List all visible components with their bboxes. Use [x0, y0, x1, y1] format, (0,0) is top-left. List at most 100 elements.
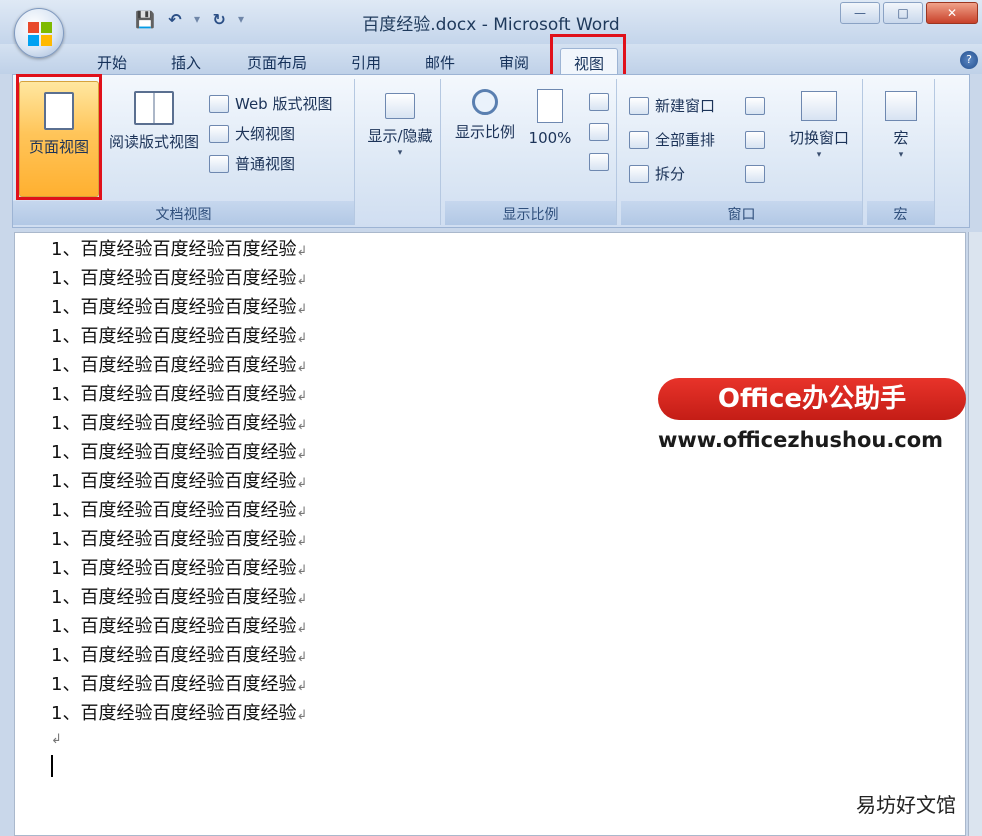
vertical-scrollbar[interactable] — [968, 232, 982, 836]
paragraph-mark: ↲ — [296, 331, 308, 346]
chevron-down-icon: ▾ — [898, 150, 904, 160]
paragraph-mark: ↲ — [296, 563, 308, 578]
document-line: 1、百度经验百度经验百度经验↲ — [51, 384, 308, 405]
document-line: 1、百度经验百度经验百度经验↲ — [51, 326, 308, 347]
paragraph-mark: ↲ — [296, 679, 308, 694]
group-document-views: 页面视图 阅读版式视图 Web 版式视图 大纲视图 普通视图 文档视图 — [13, 79, 355, 225]
tab-mailings[interactable]: 邮件 — [414, 48, 466, 74]
tab-view[interactable]: 视图 — [560, 48, 618, 74]
tab-review[interactable]: 审阅 — [488, 48, 540, 74]
paragraph-mark: ↲ — [296, 592, 308, 607]
draft-view-icon — [209, 154, 229, 173]
group-macros: 宏 ▾ 宏 — [867, 79, 935, 225]
macros-button[interactable]: 宏 ▾ — [871, 91, 931, 160]
group-show-hide: 显示/隐藏 ▾ — [359, 79, 441, 225]
switch-windows-button[interactable]: 切换窗口 ▾ — [779, 91, 859, 160]
show-hide-icon — [385, 93, 415, 119]
group-label-zoom: 显示比例 — [445, 201, 616, 225]
one-page-icon[interactable] — [589, 93, 609, 111]
window-title: 百度经验.docx - Microsoft Word — [362, 15, 620, 35]
document-line: 1、百度经验百度经验百度经验↲ — [51, 239, 308, 260]
document-line: 1、百度经验百度经验百度经验↲ — [51, 558, 308, 579]
office-assistant-badge: Office办公助手 — [658, 378, 966, 420]
tab-home[interactable]: 开始 — [84, 48, 140, 74]
help-icon[interactable]: ? — [960, 51, 978, 69]
zoom-100-button[interactable]: 100% — [525, 89, 575, 147]
document-line: 1、百度经验百度经验百度经验↲ — [51, 413, 308, 434]
watermark-site: www.officezhushou.com — [658, 428, 944, 452]
paragraph-mark: ↲ — [296, 476, 308, 491]
paragraph-mark: ↲ — [296, 708, 308, 723]
paragraph-mark: ↲ — [296, 273, 308, 288]
zoom-button[interactable]: 显示比例 — [449, 89, 521, 142]
group-label-document-views: 文档视图 — [13, 201, 354, 225]
document-line: 1、百度经验百度经验百度经验↲ — [51, 471, 308, 492]
paragraph-mark: ↲ — [296, 650, 308, 665]
group-label-macros: 宏 — [867, 201, 934, 225]
web-view-button[interactable]: Web 版式视图 — [209, 93, 332, 114]
reading-view-button[interactable]: 阅读版式视图 — [101, 91, 207, 152]
office-logo-icon — [28, 22, 52, 46]
new-window-icon — [629, 96, 649, 115]
draft-view-button[interactable]: 普通视图 — [209, 153, 295, 174]
reading-view-icon — [134, 91, 174, 125]
show-hide-button[interactable]: 显示/隐藏 ▾ — [363, 93, 437, 158]
document-line: 1、百度经验百度经验百度经验↲ — [51, 587, 308, 608]
arrange-all-icon — [629, 130, 649, 149]
reset-window-icon[interactable] — [745, 165, 765, 183]
paragraph-mark: ↲ — [296, 389, 308, 404]
window-controls: — □ ✕ — [840, 2, 978, 24]
arrange-all-button[interactable]: 全部重排 — [629, 129, 715, 150]
paragraph-mark: ↲ — [296, 505, 308, 520]
page-view-button[interactable]: 页面视图 — [19, 81, 99, 197]
two-pages-icon[interactable] — [589, 123, 609, 141]
tab-references[interactable]: 引用 — [340, 48, 392, 74]
page-width-icon[interactable] — [589, 153, 609, 171]
paragraph-mark: ↲ — [296, 360, 308, 375]
paragraph-mark: ↲ — [296, 447, 308, 462]
document-line: 1、百度经验百度经验百度经验↲ — [51, 442, 308, 463]
document-area[interactable]: 1、百度经验百度经验百度经验↲ 1、百度经验百度经验百度经验↲ 1、百度经验百度经验… — [14, 232, 966, 836]
chevron-down-icon: ▾ — [816, 150, 822, 160]
group-zoom: 显示比例 100% 显示比例 — [445, 79, 617, 225]
document-line: 1、百度经验百度经验百度经验↲ — [51, 297, 308, 318]
split-icon — [629, 164, 649, 183]
web-view-icon — [209, 94, 229, 113]
magnifier-icon — [472, 89, 498, 115]
new-window-button[interactable]: 新建窗口 — [629, 95, 715, 116]
document-line: 1、百度经验百度经验百度经验↲ — [51, 616, 308, 637]
ribbon: 页面视图 阅读版式视图 Web 版式视图 大纲视图 普通视图 文档视图 显示/隐… — [12, 74, 970, 228]
group-window: 新建窗口 全部重排 拆分 切换窗口 ▾ 窗口 — [621, 79, 863, 225]
document-line: 1、百度经验百度经验百度经验↲ — [51, 674, 308, 695]
group-label-window: 窗口 — [621, 201, 862, 225]
restore-button[interactable]: □ — [883, 2, 923, 24]
document-line: 1、百度经验百度经验百度经验↲ — [51, 355, 308, 376]
page-100-icon — [537, 89, 563, 123]
paragraph-mark: ↲ — [296, 244, 308, 259]
paragraph-mark: ↲ — [296, 302, 308, 317]
document-line: 1、百度经验百度经验百度经验↲ — [51, 268, 308, 289]
empty-paragraph: ↲ — [51, 732, 62, 747]
title-bar: 💾 ↶ ▾ ↻ ▾ 百度经验.docx - Microsoft Word — □… — [0, 0, 982, 44]
split-button[interactable]: 拆分 — [629, 163, 685, 184]
chevron-down-icon: ▾ — [397, 148, 403, 158]
ribbon-tabs: 开始 插入 页面布局 引用 邮件 审阅 视图 ? — [0, 44, 982, 74]
text-cursor — [51, 755, 53, 777]
paragraph-mark: ↲ — [296, 418, 308, 433]
corner-watermark: 易坊好文馆 — [856, 793, 956, 817]
document-line: 1、百度经验百度经验百度经验↲ — [51, 703, 308, 724]
tab-page-layout[interactable]: 页面布局 — [234, 48, 320, 74]
paragraph-mark: ↲ — [296, 534, 308, 549]
close-button[interactable]: ✕ — [926, 2, 978, 24]
page-view-icon — [44, 92, 74, 130]
tab-insert[interactable]: 插入 — [158, 48, 214, 74]
minimize-button[interactable]: — — [840, 2, 880, 24]
view-side-by-side-icon[interactable] — [745, 97, 765, 115]
office-button[interactable] — [14, 8, 64, 58]
sync-scroll-icon[interactable] — [745, 131, 765, 149]
document-line: 1、百度经验百度经验百度经验↲ — [51, 529, 308, 550]
paragraph-mark: ↲ — [296, 621, 308, 636]
outline-view-icon — [209, 124, 229, 143]
outline-view-button[interactable]: 大纲视图 — [209, 123, 295, 144]
document-line: 1、百度经验百度经验百度经验↲ — [51, 645, 308, 666]
